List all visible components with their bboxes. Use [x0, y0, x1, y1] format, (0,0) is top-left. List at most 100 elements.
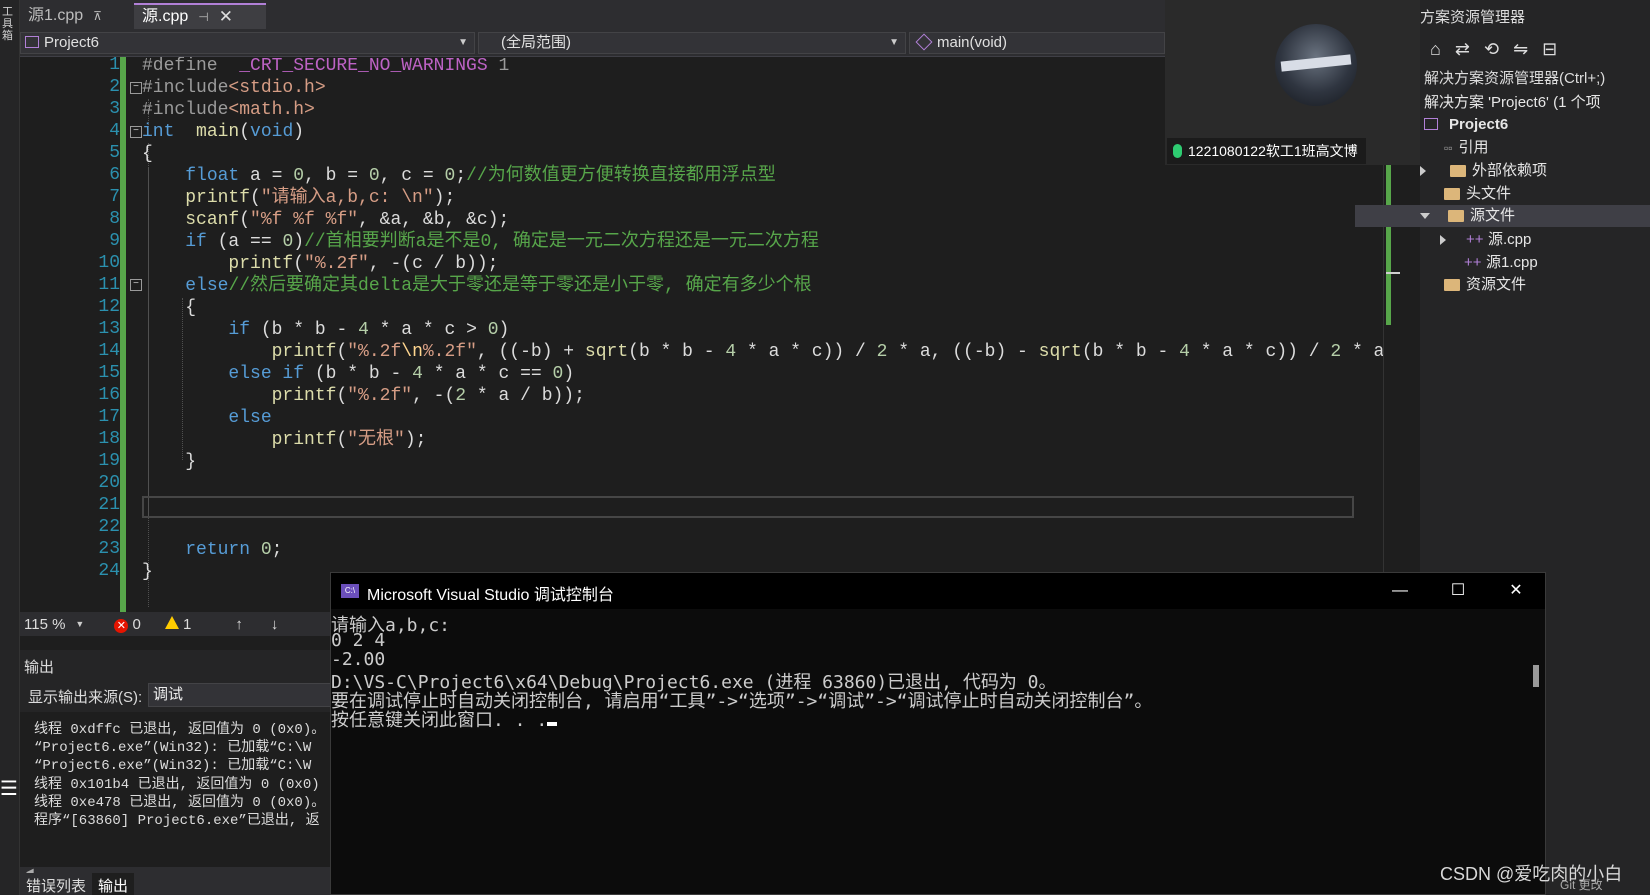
headers-node[interactable]: 头文件 — [1444, 183, 1511, 205]
project-dropdown[interactable]: Project6 ▼ — [20, 32, 475, 54]
debug-console-window[interactable]: C:\ Microsoft Visual Studio 调试控制台 — ☐ ✕ … — [330, 572, 1546, 895]
code-token: float — [185, 166, 240, 186]
code-line[interactable]: printf("%.2f", -(2 * a / b)); — [142, 384, 585, 408]
line-number: 5 — [109, 143, 120, 163]
fold-toggle[interactable]: − — [130, 126, 142, 138]
expand-icon[interactable] — [1420, 166, 1426, 176]
editor-status-row: 115 % ▼ ✕ 0 1 ↑ ↓ — [20, 612, 340, 636]
code-token: "%.2f — [347, 342, 402, 362]
code-token: ) — [293, 122, 305, 142]
code-token: { — [142, 298, 197, 318]
code-line[interactable]: else — [142, 406, 271, 430]
output-source-dropdown[interactable]: 调试 — [148, 683, 338, 707]
code-line[interactable]: return 0; — [142, 538, 282, 562]
code-line[interactable]: scanf("%f %f %f", &a, &b, &c); — [142, 208, 509, 232]
project-name: Project6 — [44, 34, 100, 51]
chevron-down-icon: ▼ — [889, 37, 899, 48]
collapse-icon[interactable]: ⊟ — [1542, 39, 1557, 60]
line-number: 24 — [98, 561, 120, 581]
file-label: 源.cpp — [1488, 231, 1532, 248]
code-line[interactable]: #include<stdio.h> — [142, 76, 326, 100]
code-line[interactable]: #define _CRT_SECURE_NO_WARNINGS 1 — [142, 57, 509, 78]
console-title-bar[interactable]: C:\ Microsoft Visual Studio 调试控制台 — ☐ ✕ — [331, 573, 1545, 609]
history-icon[interactable]: ⟲ — [1484, 39, 1499, 60]
sources-node[interactable]: 源文件 — [1355, 205, 1650, 227]
function-dropdown[interactable]: main(void) — [909, 32, 1165, 54]
code-line[interactable]: { — [142, 142, 153, 166]
fold-toggle[interactable]: − — [130, 279, 142, 291]
tab-source1[interactable]: 源1.cpp ⊼ — [20, 3, 130, 29]
code-line[interactable]: printf("请输入a,b,c: \n"); — [142, 186, 455, 210]
code-token: printf — [271, 386, 337, 406]
switch-views-icon[interactable]: ⇄ — [1455, 39, 1470, 60]
code-token: "%f %f %f" — [250, 210, 359, 230]
chevron-down-icon[interactable]: ▼ — [75, 619, 84, 629]
code-token: 4 — [412, 364, 423, 384]
line-number: 3 — [109, 99, 120, 119]
code-line[interactable]: #include<math.h> — [142, 98, 315, 122]
code-token: if — [185, 232, 207, 252]
collapse-arrow-icon[interactable] — [1420, 213, 1430, 219]
line-number: 1 — [109, 57, 120, 75]
output-log[interactable]: 线程 0xdffc 已退出, 返回值为 0 (0x0)。 “Project6.ex… — [20, 712, 340, 867]
toolbox-label[interactable]: 工具箱 — [2, 6, 16, 42]
code-line[interactable]: if (a == 0)//首相要判断a是不是0, 确定是一元二次方程还是一元二次… — [142, 230, 819, 254]
arrow-up-icon[interactable]: ↑ — [235, 616, 243, 633]
fold-toggle[interactable]: − — [130, 82, 142, 94]
code-line[interactable]: } — [142, 450, 196, 474]
tab-source[interactable]: 源.cpp ⊣ ✕ — [134, 3, 266, 29]
pin-icon[interactable]: ⊣ — [198, 4, 208, 30]
line-number: 13 — [98, 319, 120, 339]
references-label: 引用 — [1458, 139, 1489, 156]
code-line[interactable]: printf("%.2f", -(c / b)); — [142, 252, 498, 276]
scope-dropdown[interactable]: (全局范围) ▼ — [478, 32, 906, 54]
code-line[interactable]: else//然后要确定其delta是大于零还是等于零还是小于零, 确定有多少个根 — [142, 274, 811, 298]
code-line[interactable]: printf("%.2f\n%.2f", ((-b) + sqrt(b * b … — [142, 340, 1400, 364]
toolbox-strip[interactable]: 工具箱 — [0, 0, 20, 895]
code-token: ); — [433, 188, 456, 208]
close-button[interactable]: ✕ — [1487, 573, 1545, 609]
maximize-button[interactable]: ☐ — [1429, 573, 1487, 609]
references-node[interactable]: ▫▫ 引用 — [1444, 137, 1489, 159]
log-line: 线程 0x101b4 已退出, 返回值为 0 (0x0) — [34, 776, 320, 793]
console-output[interactable]: 请输入a,b,c: 0 2 4 -2.00 D:\VS-C\Project6\x64\… — [331, 609, 1545, 894]
warning-count[interactable]: 1 — [164, 615, 191, 633]
minimize-button[interactable]: — — [1371, 573, 1429, 609]
code-token: * a * c)) / — [736, 342, 877, 362]
line-number: 15 — [98, 363, 120, 383]
zoom-level[interactable]: 115 % — [24, 616, 65, 633]
code-line[interactable]: int main(void) — [142, 120, 304, 144]
error-count[interactable]: ✕ 0 — [114, 616, 141, 633]
code-line[interactable]: } — [142, 560, 153, 584]
close-icon[interactable]: ✕ — [219, 4, 233, 30]
expand-icon[interactable] — [1440, 235, 1446, 245]
file-node[interactable]: ++ 源1.cpp — [1464, 252, 1538, 274]
file-node[interactable]: ++ 源.cpp — [1440, 229, 1531, 251]
arrow-down-icon[interactable]: ↓ — [271, 616, 279, 633]
console-line-text: -2.00 — [331, 649, 386, 670]
external-deps-node[interactable]: 外部依赖项 — [1420, 160, 1547, 182]
pin-icon[interactable]: ⊼ — [93, 3, 102, 29]
tab-error-list[interactable]: 错误列表 — [20, 873, 92, 895]
solution-search-input[interactable]: 解决方案资源管理器(Ctrl+;) — [1420, 66, 1650, 92]
code-token: #include — [142, 78, 229, 98]
code-line[interactable]: if (b * b - 4 * a * c > 0) — [142, 318, 509, 342]
navigation-bar: Project6 ▼ (全局范围) ▼ main(void) — [20, 30, 1165, 57]
tab-output[interactable]: 输出 — [92, 873, 135, 895]
project-node[interactable]: Project6 — [1424, 114, 1508, 136]
code-token: 4 — [725, 342, 737, 362]
code-line[interactable]: else if (b * b - 4 * a * c == 0) — [142, 362, 574, 386]
code-token: (b * b - — [304, 364, 413, 384]
sync-icon[interactable]: ⇋ — [1513, 39, 1528, 60]
code-line[interactable]: float a = 0, b = 0, c = 0;//为何数值更方便转换直接都… — [142, 164, 776, 188]
git-changes-tab[interactable]: Git 更改 — [1560, 876, 1603, 893]
home-icon[interactable]: ⌂ — [1430, 39, 1441, 60]
code-line[interactable]: { — [142, 296, 196, 320]
console-scrollbar[interactable] — [1533, 665, 1539, 687]
solution-node[interactable]: 解决方案 'Project6' (1 个项 — [1424, 92, 1601, 114]
code-line[interactable]: printf("无根"); — [142, 428, 427, 452]
menu-icon[interactable]: ☰ — [0, 778, 18, 798]
log-line: “Project6.exe”(Win32): 已加载“C:\W — [34, 740, 312, 757]
resources-node[interactable]: 资源文件 — [1444, 274, 1526, 296]
